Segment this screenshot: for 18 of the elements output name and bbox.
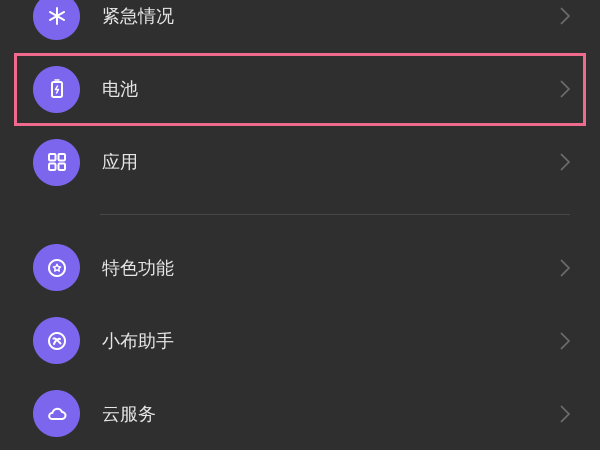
chevron-right-icon [559, 79, 571, 100]
item-label: 特色功能 [102, 256, 175, 280]
settings-item[interactable]: 小布助手 [14, 304, 586, 378]
settings-item[interactable]: 应用 [14, 126, 586, 198]
chevron-right-icon [559, 258, 571, 278]
item-label: 云服务 [102, 402, 157, 426]
settings-item[interactable]: 云服务 [14, 377, 586, 450]
item-label: 应用 [102, 151, 139, 174]
item-label: 紧急情况 [102, 5, 175, 28]
settings-item[interactable]: 特色功能 [14, 231, 586, 304]
settings-item[interactable]: 紧急情况 [14, 0, 586, 53]
chevron-right-icon [559, 152, 571, 172]
chevron-right-icon [559, 404, 571, 424]
highlighted-settings-item[interactable]: 电池 [14, 52, 586, 126]
item-label: 电池 [102, 78, 139, 102]
chevron-right-icon [559, 330, 571, 351]
chevron-right-icon [559, 6, 571, 26]
item-label: 小布助手 [102, 330, 175, 353]
